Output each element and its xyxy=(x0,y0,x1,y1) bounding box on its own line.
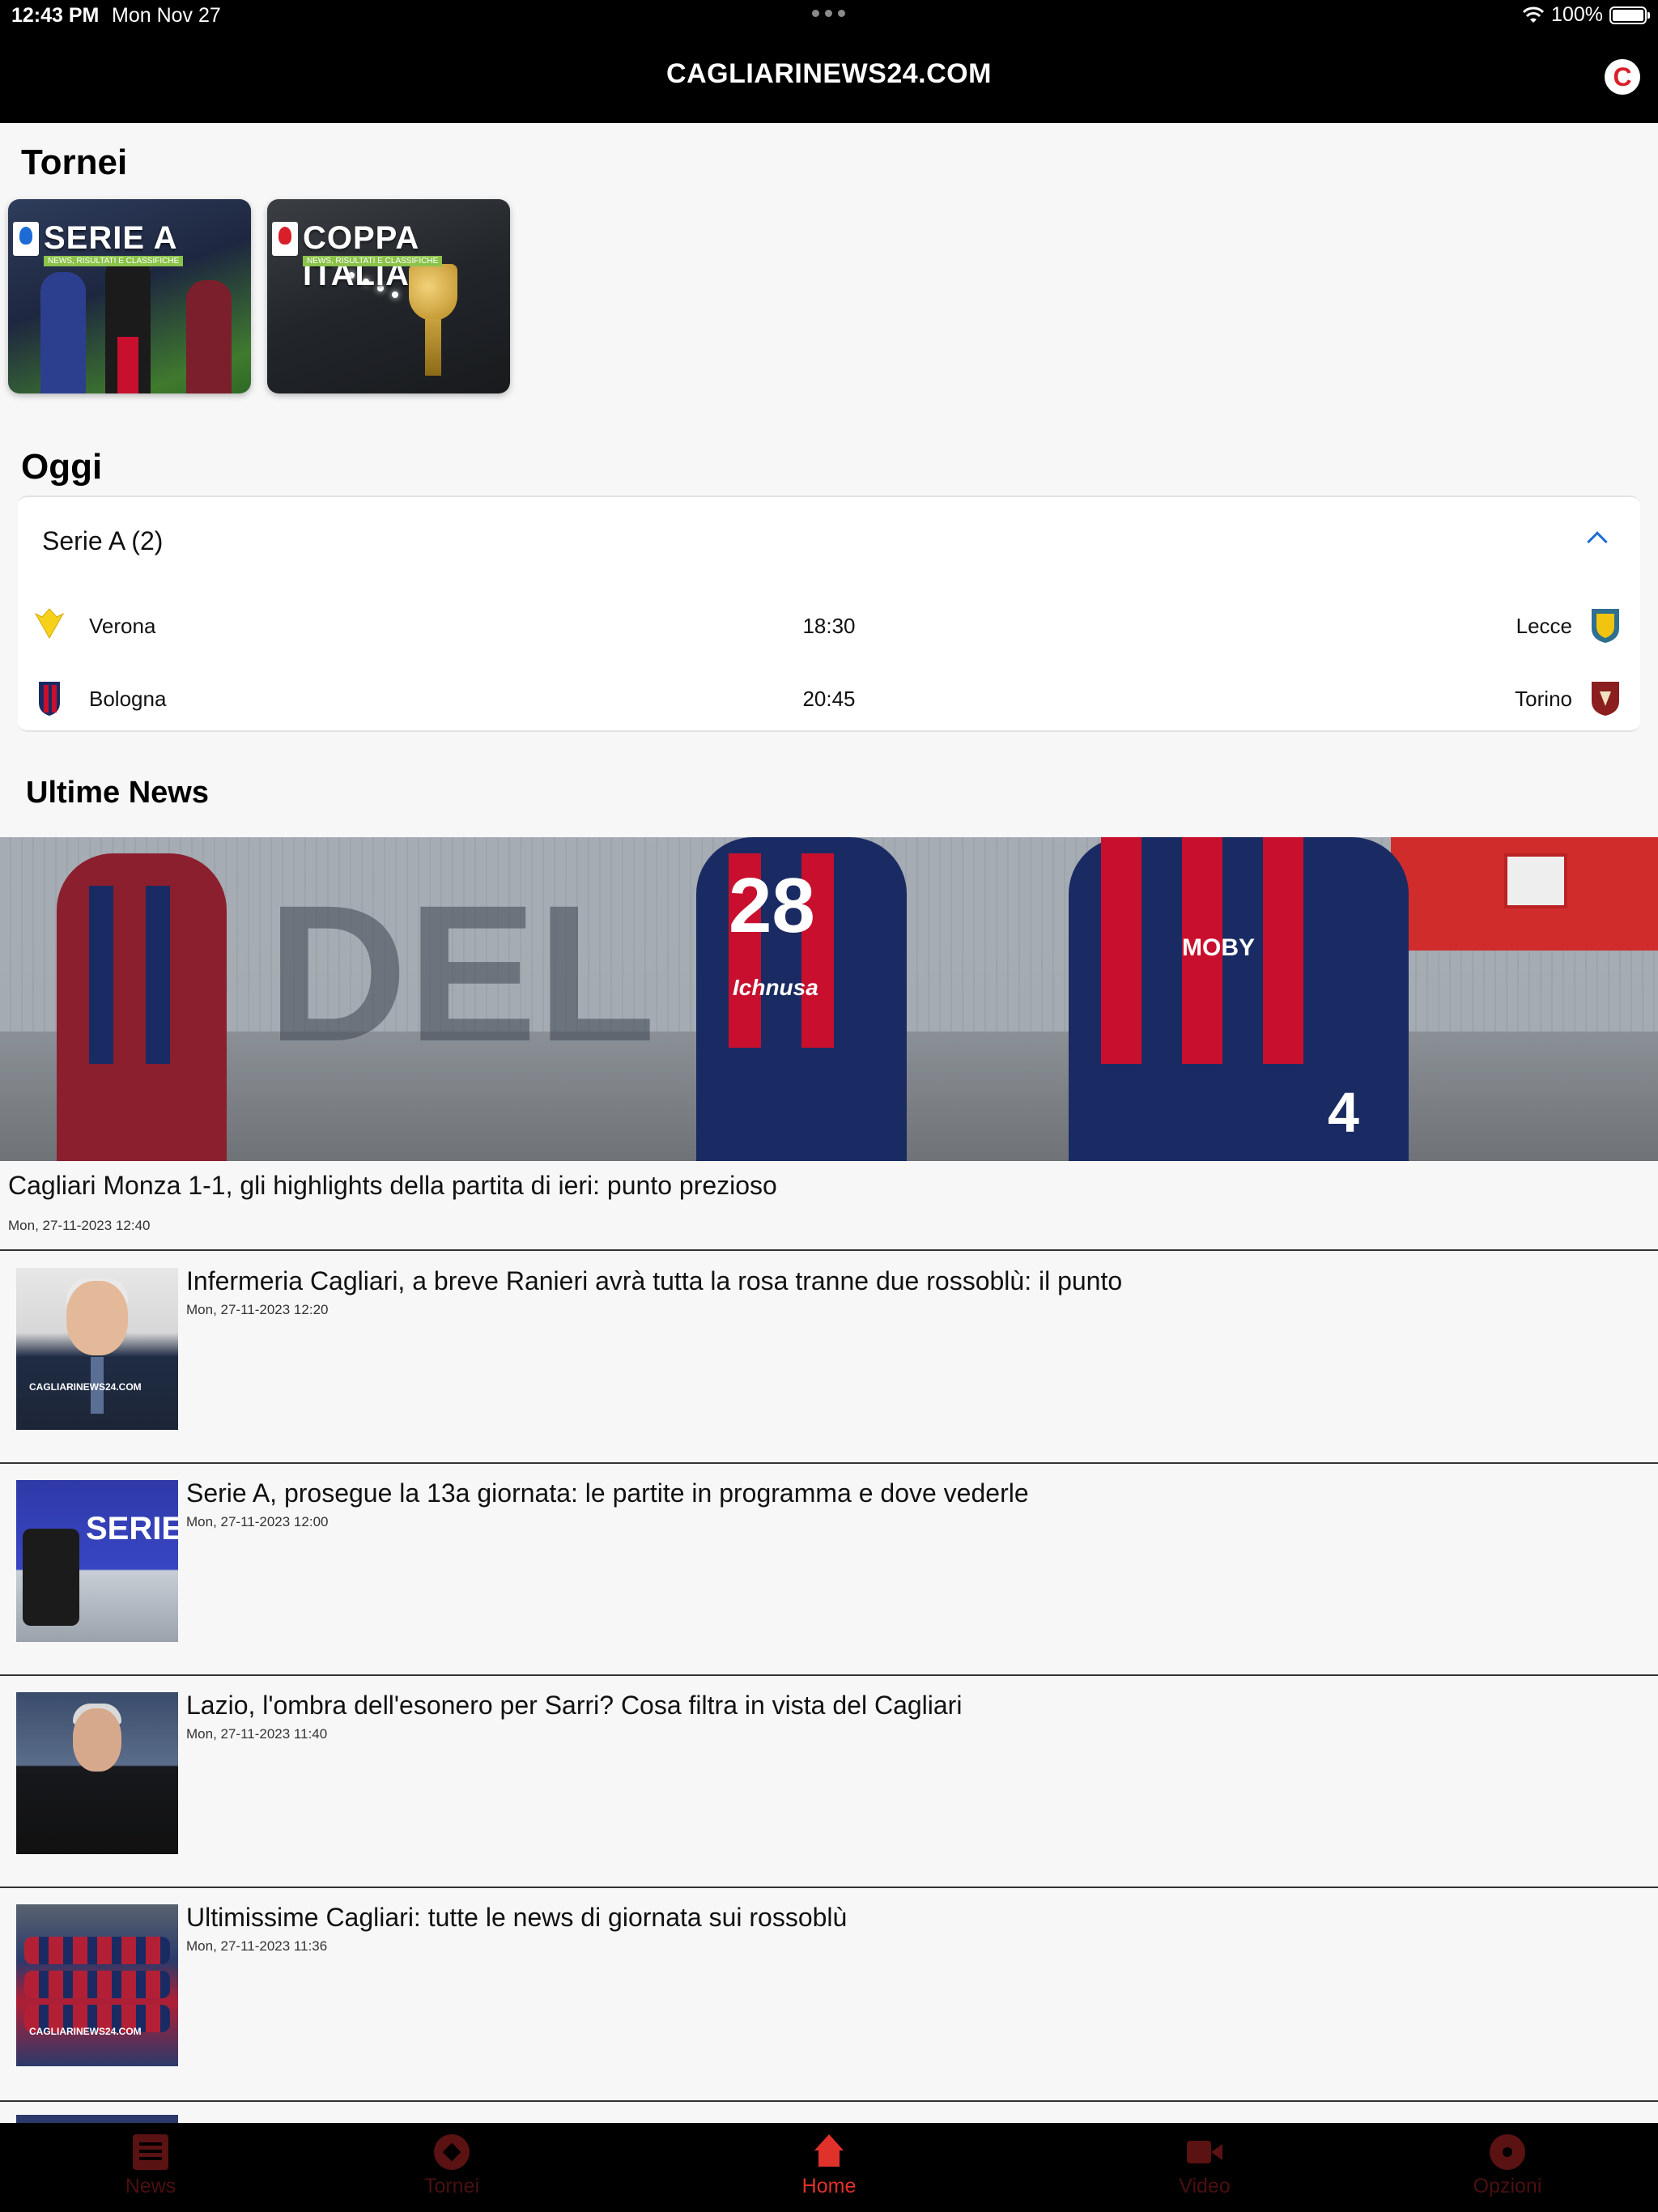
bottom-tab-bar: News Tornei Home Video Opzioni xyxy=(0,2123,1658,2212)
thumbnail-text: SERIE xyxy=(86,1511,178,1546)
news-date: Mon, 27-11-2023 11:36 xyxy=(186,1938,328,1954)
battery-icon xyxy=(1609,6,1650,24)
video-camera-icon xyxy=(1187,2134,1222,2170)
flag-banner xyxy=(1391,837,1658,951)
match-time: 20:45 xyxy=(802,687,856,711)
tournament-card-coppa-italia[interactable]: COPPA ITALIA NEWS, RISULTATI E CLASSIFIC… xyxy=(267,199,510,393)
tab-label: Opzioni xyxy=(1473,2175,1542,2197)
player-figure xyxy=(57,853,227,1161)
coppa-italia-logo-icon xyxy=(272,222,298,256)
tab-news[interactable]: News xyxy=(70,2123,232,2212)
section-title-oggi: Oggi xyxy=(21,447,103,487)
news-title: Serie A, prosegue la 13a giornata: le pa… xyxy=(186,1478,1029,1508)
league-header[interactable]: Serie A (2) xyxy=(42,526,163,556)
team-row xyxy=(24,1937,170,1964)
shirt-number: 4 xyxy=(1328,1081,1359,1144)
news-thumbnail: CAGLIARINEWS24.COM xyxy=(16,1268,178,1430)
section-title-ultime-news: Ultime News xyxy=(26,776,209,810)
jersey-stripe xyxy=(117,337,138,393)
brand-logo-icon[interactable]: C xyxy=(1605,59,1640,95)
wifi-icon xyxy=(1522,6,1545,23)
tab-label: Video xyxy=(1179,2175,1231,2197)
list-item[interactable]: CAGLIARINEWS24.COM Infermeria Cagliari, … xyxy=(0,1252,1658,1464)
today-matches-card: Serie A (2) Verona 18:30 Lecce Bologna 2… xyxy=(18,496,1640,732)
hero-news-title[interactable]: Cagliari Monza 1-1, gli highlights della… xyxy=(8,1171,777,1201)
jersey-stripe xyxy=(1101,837,1141,1064)
news-thumbnail xyxy=(16,1692,178,1854)
tournament-sub: NEWS, RISULTATI E CLASSIFICHE xyxy=(303,256,443,266)
tab-label: Home xyxy=(801,2175,857,2197)
face xyxy=(73,1708,121,1772)
status-date: Mon Nov 27 xyxy=(112,4,221,27)
site-logo-title: CAGLIARINEWS24.COM xyxy=(666,58,992,89)
shirt-sponsor: Ichnusa xyxy=(733,975,818,1000)
tournament-card-serie-a[interactable]: SERIE A NEWS, RISULTATI E CLASSIFICHE xyxy=(8,199,251,393)
tab-label: Tornei xyxy=(423,2175,480,2197)
tab-video[interactable]: Video xyxy=(1124,2123,1286,2212)
jersey-stripe xyxy=(1263,837,1303,1064)
tab-tornei[interactable]: Tornei xyxy=(371,2123,533,2212)
match-row[interactable]: Verona 18:30 Lecce xyxy=(18,599,1640,648)
status-right: 100% xyxy=(1522,3,1650,27)
jersey-stripe xyxy=(146,886,170,1064)
wall-lettering: DEL xyxy=(267,865,656,1082)
match-row[interactable]: Bologna 20:45 Torino xyxy=(18,672,1640,721)
news-date: Mon, 27-11-2023 12:00 xyxy=(186,1514,329,1529)
brand-logo-letter: C xyxy=(1613,62,1632,91)
tab-home[interactable]: Home xyxy=(748,2123,910,2212)
news-title: Infermeria Cagliari, a breve Ranieri avr… xyxy=(186,1266,1123,1295)
status-bar: 12:43 PM Mon Nov 27 100% xyxy=(0,0,1658,32)
news-title: Ultimissime Cagliari: tutte le news di g… xyxy=(186,1903,848,1932)
torino-crest-icon xyxy=(1592,682,1619,716)
match-time: 18:30 xyxy=(802,614,856,638)
newspaper-icon xyxy=(133,2134,168,2170)
list-item[interactable]: Lazio, l'ombra dell'esonero per Sarri? C… xyxy=(0,1676,1658,1888)
football-icon xyxy=(434,2134,470,2170)
jersey-stripe xyxy=(89,886,113,1064)
multitasking-dots-icon[interactable] xyxy=(812,10,845,17)
away-team: Lecce xyxy=(1516,614,1572,638)
news-thumbnail-peek xyxy=(16,2115,178,2123)
thumbnail-watermark: CAGLIARINEWS24.COM xyxy=(29,2026,142,2037)
hero-news-image[interactable]: DEL 28 Ichnusa MOBY 4 xyxy=(0,837,1658,1161)
chevron-up-icon[interactable] xyxy=(1587,531,1608,552)
divider xyxy=(0,2100,1658,2102)
news-date: Mon, 27-11-2023 11:40 xyxy=(186,1726,328,1742)
serie-a-logo-icon xyxy=(13,222,39,256)
list-item[interactable]: SERIE Serie A, prosegue la 13a giornata:… xyxy=(0,1464,1658,1676)
player-silhouette xyxy=(40,272,86,393)
news-date: Mon, 27-11-2023 12:20 xyxy=(186,1302,329,1317)
thumbnail-watermark: CAGLIARINEWS24.COM xyxy=(29,1381,142,1393)
face xyxy=(66,1281,128,1355)
team-row xyxy=(24,1971,170,1998)
tab-opzioni[interactable]: Opzioni xyxy=(1426,2123,1588,2212)
shirt-number: 28 xyxy=(729,862,815,949)
tournament-label: SERIE A xyxy=(44,220,178,256)
shirt-sponsor: MOBY xyxy=(1182,934,1255,961)
news-title: Lazio, l'ombra dell'esonero per Sarri? C… xyxy=(186,1691,963,1720)
gear-icon xyxy=(1490,2134,1525,2170)
news-thumbnail: SERIE xyxy=(16,1480,178,1642)
tv-camera xyxy=(23,1529,79,1626)
hero-news-date: Mon, 27-11-2023 12:40 xyxy=(8,1218,151,1233)
battery-percent: 100% xyxy=(1551,3,1603,26)
tab-label: News xyxy=(125,2175,176,2197)
player-silhouette xyxy=(186,280,232,393)
lecce-crest-icon xyxy=(1592,609,1619,643)
divider xyxy=(0,1249,1658,1251)
list-item[interactable]: CAGLIARINEWS24.COM Ultimissime Cagliari:… xyxy=(0,1888,1658,2100)
home-icon xyxy=(811,2134,847,2170)
news-thumbnail: CAGLIARINEWS24.COM xyxy=(16,1904,178,2066)
top-bar: 12:43 PM Mon Nov 27 100% CAGLIARINEWS24.… xyxy=(0,0,1658,123)
tournament-sub: NEWS, RISULTATI E CLASSIFICHE xyxy=(44,256,184,266)
status-time: 12:43 PM xyxy=(11,4,100,27)
away-team: Torino xyxy=(1515,687,1572,711)
section-title-tornei: Tornei xyxy=(21,143,128,182)
